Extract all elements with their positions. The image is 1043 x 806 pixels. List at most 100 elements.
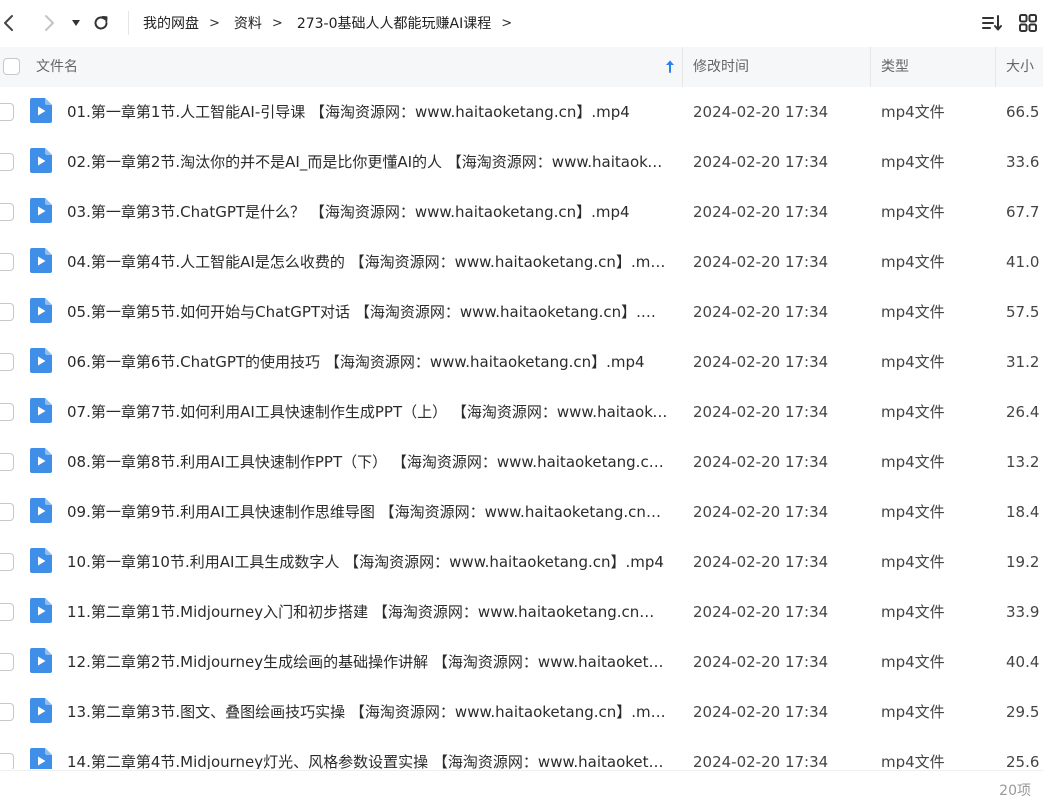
- file-row[interactable]: 02.第一章第2节.淘汰你的并不是AI_而是比你更懂AI的人 【海淘资源网：ww…: [0, 137, 1043, 187]
- breadcrumb-item-current[interactable]: 273-0基础人人都能玩赚AI课程: [297, 13, 491, 33]
- file-row[interactable]: 11.第二章第1节.Midjourney入门和初步搭建 【海淘资源网：www.h…: [0, 587, 1043, 637]
- row-checkbox[interactable]: [0, 703, 14, 721]
- breadcrumb-item-root[interactable]: 我的网盘: [143, 13, 199, 33]
- file-row[interactable]: 14.第二章第4节.Midjourney灯光、风格参数设置实操 【海淘资源网：w…: [0, 737, 1043, 769]
- file-list-header: 文件名 修改时间 类型 大小: [0, 47, 1043, 87]
- file-row[interactable]: 13.第二章第3节.图文、叠图绘画技巧实操 【海淘资源网：www.haitaok…: [0, 687, 1043, 737]
- column-divider[interactable]: [682, 47, 683, 87]
- video-file-icon: [30, 398, 52, 423]
- file-modified-time: 2024-02-20 17:34: [693, 353, 829, 371]
- refresh-button[interactable]: [86, 8, 116, 38]
- video-file-icon: [30, 348, 52, 373]
- file-modified-time: 2024-02-20 17:34: [693, 753, 829, 769]
- file-row[interactable]: 03.第一章第3节.ChatGPT是什么？ 【海淘资源网：www.haitaok…: [0, 187, 1043, 237]
- grid-view-button[interactable]: [1013, 8, 1043, 38]
- file-name[interactable]: 08.第一章第8节.利用AI工具快速制作PPT（下） 【海淘资源网：www.ha…: [67, 437, 669, 487]
- breadcrumb-item-folder[interactable]: 资料: [234, 13, 262, 33]
- file-modified-time: 2024-02-20 17:34: [693, 603, 829, 621]
- toolbar-divider: [128, 11, 129, 35]
- sort-list-icon: [982, 15, 1002, 31]
- row-checkbox[interactable]: [0, 303, 14, 321]
- file-modified-time: 2024-02-20 17:34: [693, 553, 829, 571]
- file-name[interactable]: 04.第一章第4节.人工智能AI是怎么收费的 【海淘资源网：www.haitao…: [67, 237, 669, 287]
- file-name[interactable]: 12.第二章第2节.Midjourney生成绘画的基础操作讲解 【海淘资源网：w…: [67, 637, 669, 687]
- select-all-checkbox[interactable]: [3, 58, 20, 75]
- file-row[interactable]: 10.第一章第10节.利用AI工具生成数字人 【海淘资源网：www.haitao…: [0, 537, 1043, 587]
- grid-icon: [1019, 14, 1037, 32]
- chevron-right-icon: >: [209, 15, 220, 31]
- file-size: 29.5: [1006, 703, 1040, 721]
- file-modified-time: 2024-02-20 17:34: [693, 153, 829, 171]
- row-checkbox[interactable]: [0, 353, 14, 371]
- refresh-icon: [94, 16, 108, 30]
- row-checkbox[interactable]: [0, 603, 14, 621]
- file-row[interactable]: 07.第一章第7节.如何利用AI工具快速制作生成PPT（上） 【海淘资源网：ww…: [0, 387, 1043, 437]
- sort-button[interactable]: [977, 8, 1007, 38]
- item-count: 20项: [999, 783, 1031, 799]
- row-checkbox[interactable]: [0, 653, 14, 671]
- row-checkbox[interactable]: [0, 153, 14, 171]
- row-checkbox[interactable]: [0, 453, 14, 471]
- file-size: 66.5: [1006, 103, 1040, 121]
- column-divider[interactable]: [870, 47, 871, 87]
- toolbar: 我的网盘 > 资料 > 273-0基础人人都能玩赚AI课程 >: [0, 0, 1043, 46]
- video-file-icon: [30, 698, 52, 723]
- file-row[interactable]: 04.第一章第4节.人工智能AI是怎么收费的 【海淘资源网：www.haitao…: [0, 237, 1043, 287]
- file-modified-time: 2024-02-20 17:34: [693, 403, 829, 421]
- chevron-right-icon: >: [271, 15, 283, 31]
- file-row[interactable]: 08.第一章第8节.利用AI工具快速制作PPT（下） 【海淘资源网：www.ha…: [0, 437, 1043, 487]
- forward-button[interactable]: [34, 8, 64, 38]
- row-checkbox[interactable]: [0, 203, 14, 221]
- video-file-icon: [30, 248, 52, 273]
- file-name[interactable]: 06.第一章第6节.ChatGPT的使用技巧 【海淘资源网：www.haitao…: [67, 337, 669, 387]
- view-controls: [971, 8, 1043, 38]
- back-button[interactable]: [0, 8, 24, 38]
- file-modified-time: 2024-02-20 17:34: [693, 203, 829, 221]
- file-type: mp4文件: [881, 553, 945, 571]
- history-dropdown-button[interactable]: [66, 8, 86, 38]
- file-type: mp4文件: [881, 103, 945, 121]
- chevron-left-icon: [4, 15, 13, 31]
- file-name[interactable]: 10.第一章第10节.利用AI工具生成数字人 【海淘资源网：www.haitao…: [67, 537, 669, 587]
- file-name[interactable]: 05.第一章第5节.如何开始与ChatGPT对话 【海淘资源网：www.hait…: [67, 287, 669, 337]
- file-type: mp4文件: [881, 403, 945, 421]
- file-size: 67.7: [1006, 203, 1040, 221]
- file-type: mp4文件: [881, 203, 945, 221]
- file-name[interactable]: 13.第二章第3节.图文、叠图绘画技巧实操 【海淘资源网：www.haitaok…: [67, 687, 669, 737]
- chevron-right-icon: [45, 15, 54, 31]
- row-checkbox[interactable]: [0, 503, 14, 521]
- column-divider[interactable]: [995, 47, 996, 87]
- file-row[interactable]: 01.第一章第1节.人工智能AI-引导课 【海淘资源网：www.haitaoke…: [0, 87, 1043, 137]
- file-name[interactable]: 02.第一章第2节.淘汰你的并不是AI_而是比你更懂AI的人 【海淘资源网：ww…: [67, 137, 669, 187]
- file-row[interactable]: 09.第一章第9节.利用AI工具快速制作思维导图 【海淘资源网：www.hait…: [0, 487, 1043, 537]
- row-checkbox[interactable]: [0, 403, 14, 421]
- video-file-icon: [30, 748, 52, 769]
- file-modified-time: 2024-02-20 17:34: [693, 253, 829, 271]
- file-name[interactable]: 11.第二章第1节.Midjourney入门和初步搭建 【海淘资源网：www.h…: [67, 587, 669, 637]
- column-header-type[interactable]: 类型: [881, 47, 909, 87]
- file-modified-time: 2024-02-20 17:34: [693, 103, 829, 121]
- file-row[interactable]: 05.第一章第5节.如何开始与ChatGPT对话 【海淘资源网：www.hait…: [0, 287, 1043, 337]
- column-header-size[interactable]: 大小: [1006, 47, 1034, 87]
- file-name[interactable]: 14.第二章第4节.Midjourney灯光、风格参数设置实操 【海淘资源网：w…: [67, 737, 669, 769]
- video-file-icon: [30, 98, 52, 123]
- row-checkbox[interactable]: [0, 753, 14, 769]
- row-checkbox[interactable]: [0, 103, 14, 121]
- row-checkbox[interactable]: [0, 253, 14, 271]
- file-type: mp4文件: [881, 303, 945, 321]
- file-row[interactable]: 12.第二章第2节.Midjourney生成绘画的基础操作讲解 【海淘资源网：w…: [0, 637, 1043, 687]
- column-header-time[interactable]: 修改时间: [693, 47, 749, 87]
- file-name[interactable]: 01.第一章第1节.人工智能AI-引导课 【海淘资源网：www.haitaoke…: [67, 87, 669, 137]
- caret-down-icon: [72, 20, 80, 26]
- file-name[interactable]: 07.第一章第7节.如何利用AI工具快速制作生成PPT（上） 【海淘资源网：ww…: [67, 387, 669, 437]
- file-name[interactable]: 03.第一章第3节.ChatGPT是什么？ 【海淘资源网：www.haitaok…: [67, 187, 669, 237]
- row-checkbox[interactable]: [0, 553, 14, 571]
- file-modified-time: 2024-02-20 17:34: [693, 303, 829, 321]
- file-size: 25.6: [1006, 753, 1040, 769]
- column-header-name[interactable]: 文件名: [36, 47, 78, 87]
- sort-ascending-arrow-icon[interactable]: [664, 59, 676, 73]
- file-list: 01.第一章第1节.人工智能AI-引导课 【海淘资源网：www.haitaoke…: [0, 87, 1043, 769]
- file-size: 18.4: [1006, 503, 1040, 521]
- file-row[interactable]: 06.第一章第6节.ChatGPT的使用技巧 【海淘资源网：www.haitao…: [0, 337, 1043, 387]
- file-name[interactable]: 09.第一章第9节.利用AI工具快速制作思维导图 【海淘资源网：www.hait…: [67, 487, 669, 537]
